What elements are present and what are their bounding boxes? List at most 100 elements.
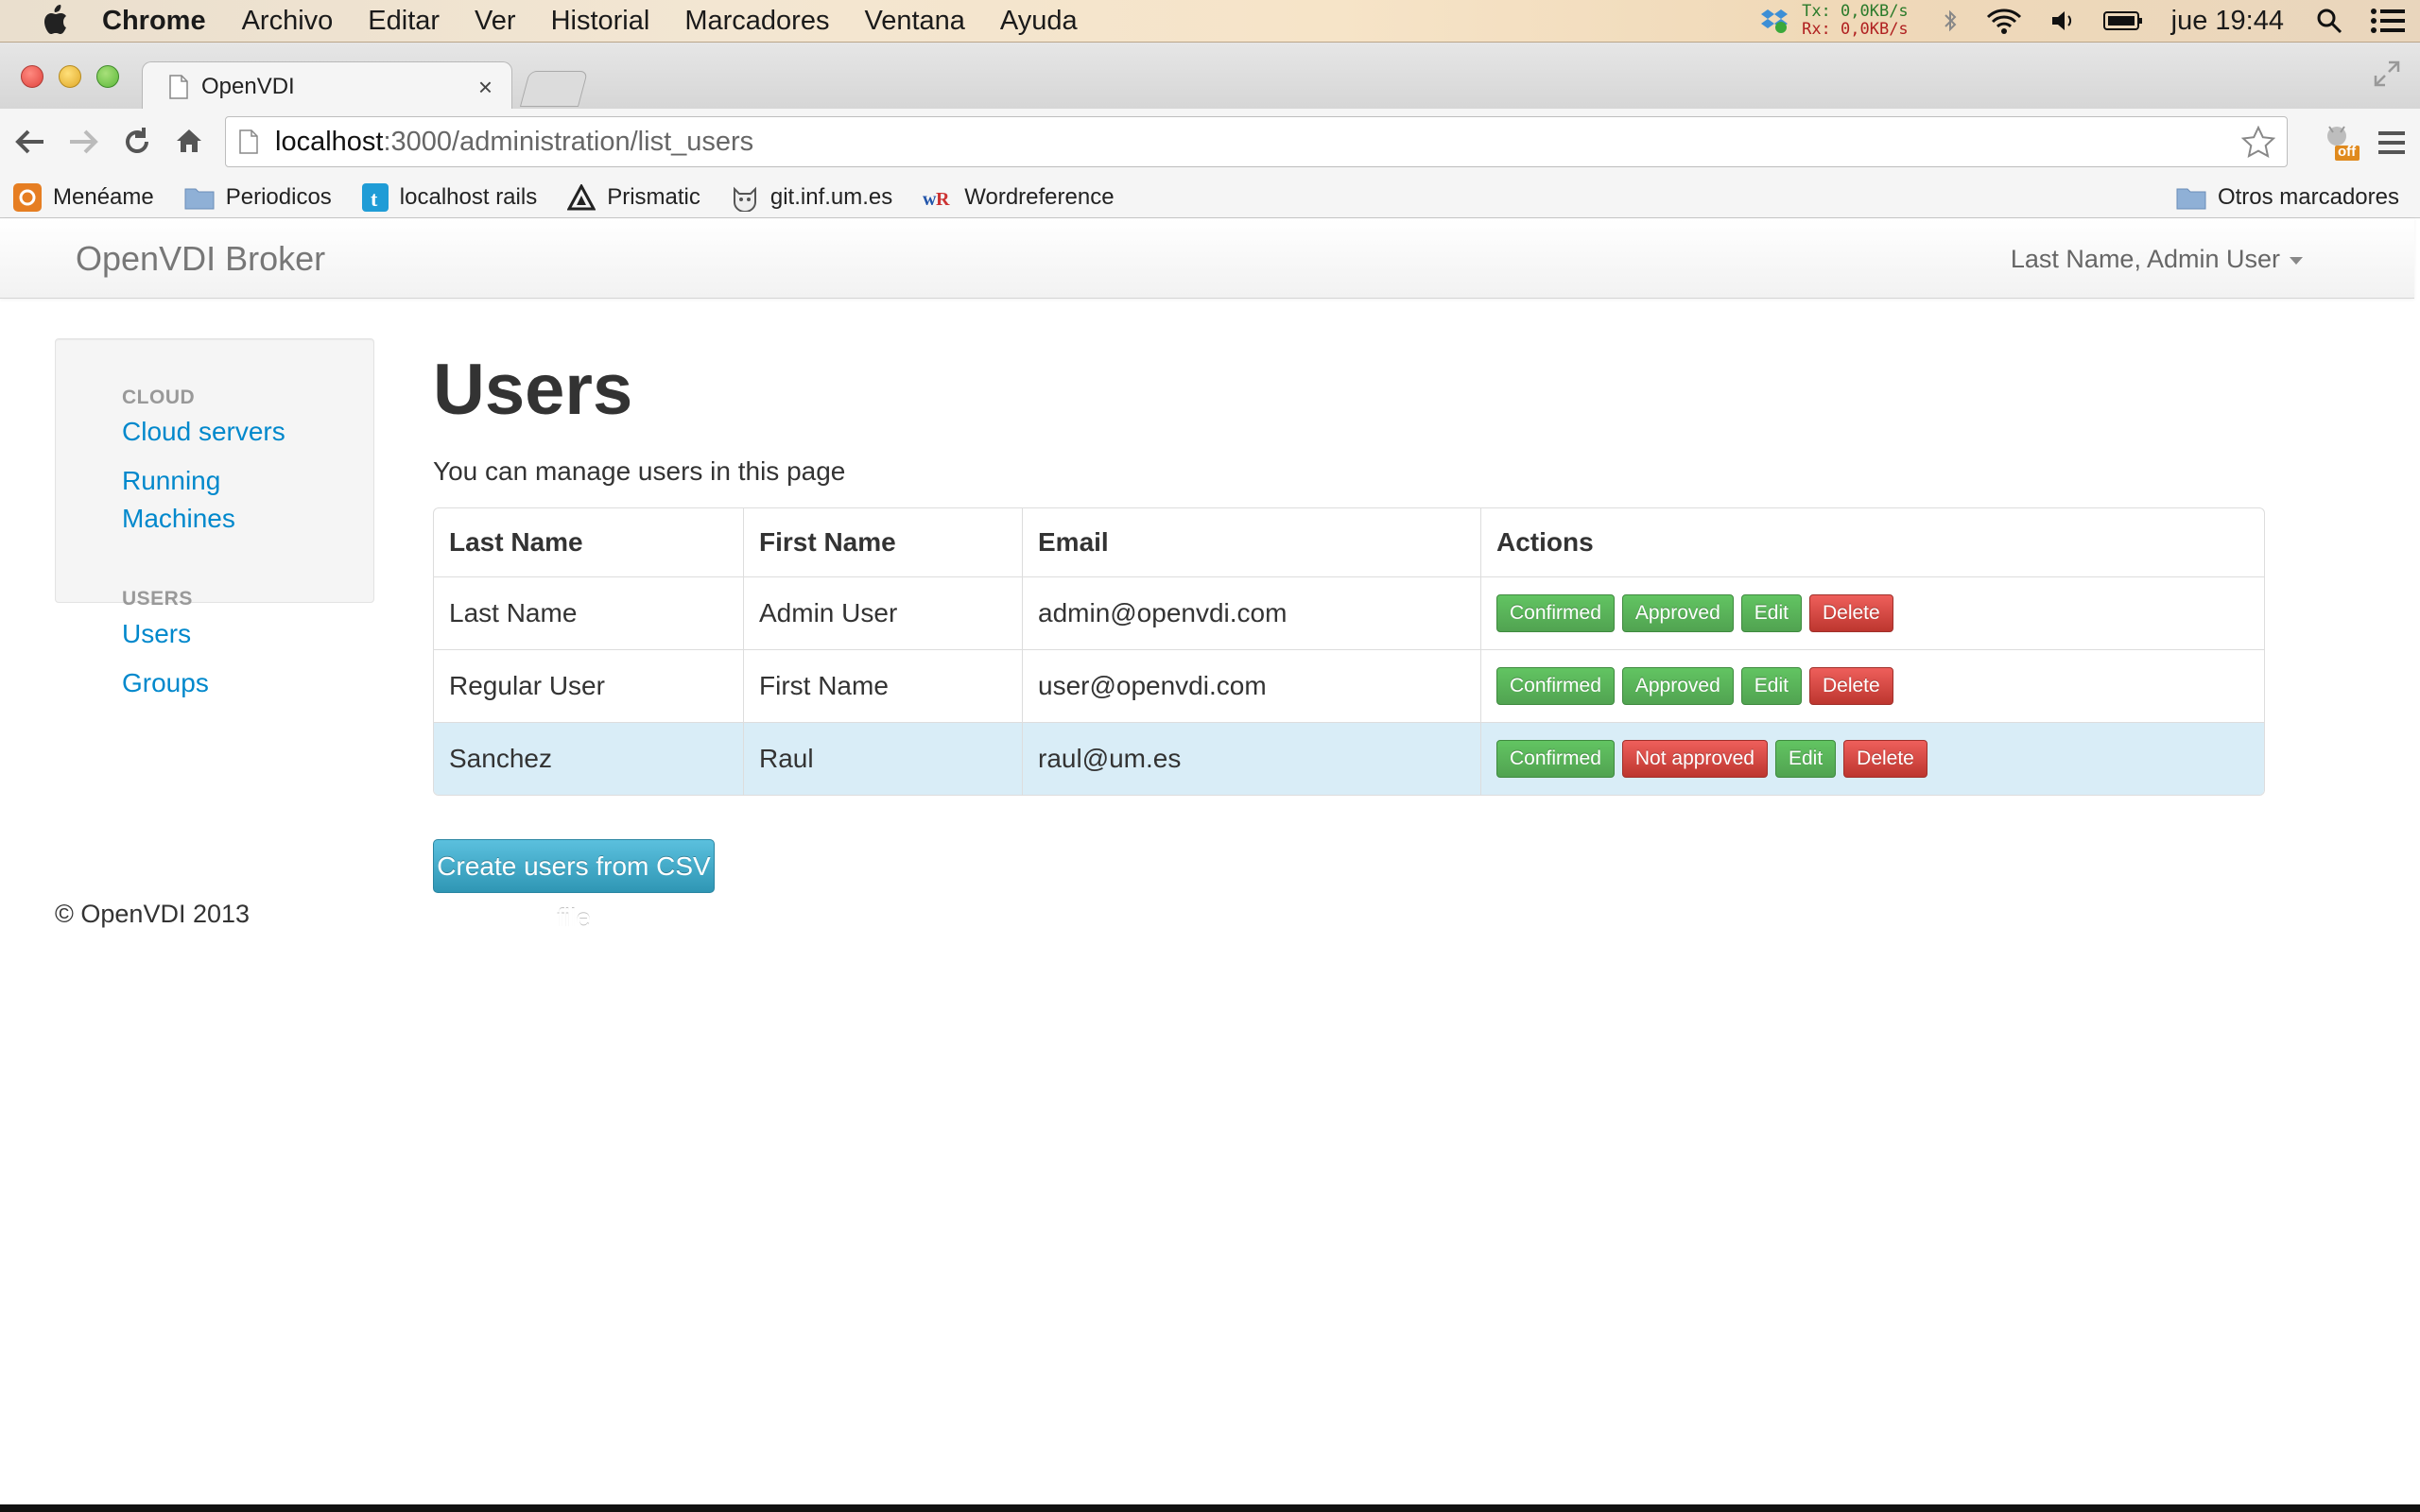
bookmark-star-icon[interactable] [2241,126,2275,158]
sidebar-link-users[interactable]: Users [122,615,191,653]
app-brand[interactable]: OpenVDI Broker [76,239,325,279]
column-header-first-name: First Name [743,508,1022,576]
bookmark-prismatic[interactable]: Prismatic [567,183,700,211]
create-users-csv-button[interactable]: Create users from CSV file [433,839,715,933]
menubar-app-name[interactable]: Chrome [102,6,206,37]
approved-button[interactable]: Approved [1621,594,1734,632]
menu-editar[interactable]: Editar [368,6,440,37]
svg-text:R: R [936,189,950,210]
bookmark-label: Menéame [53,183,154,210]
cell-actions: Confirmed Not approved Edit Delete [1480,722,2264,795]
bookmark-label: git.inf.um.es [769,183,893,210]
table-row: Regular User First Name user@openvdi.com… [434,649,2264,722]
window-minimize-button[interactable] [59,65,81,88]
extension-off-badge: off [2338,144,2357,160]
spotlight-search-icon[interactable] [2316,8,2342,34]
column-header-email: Email [1022,508,1480,576]
edit-button[interactable]: Edit [1774,740,1837,778]
delete-button[interactable]: Delete [1808,594,1893,632]
gitlab-cat-icon [731,183,759,212]
extension-icon[interactable]: off [2320,121,2361,167]
bookmarks-bar: Menéame Periodicos t localhost rails Pri… [0,177,2420,218]
edit-button[interactable]: Edit [1740,594,1802,632]
svg-text:w: w [923,189,937,210]
page-info-icon[interactable] [239,129,258,154]
table-header-row: Last Name First Name Email Actions [434,508,2264,576]
fullscreen-icon[interactable] [2373,60,2401,93]
table-row: Last Name Admin User admin@openvdi.com C… [434,576,2264,649]
apple-logo-icon[interactable] [36,2,74,40]
tab-title: OpenVDI [201,74,295,99]
tab-close-icon[interactable]: × [478,73,493,102]
nav-header-cloud: CLOUD [122,387,196,408]
bookmark-git-inf-um[interactable]: git.inf.um.es [731,183,892,212]
cell-first-name: Admin User [743,576,1022,649]
page-footer: © OpenVDI 2013 [55,900,251,928]
reload-icon[interactable] [121,126,153,158]
menu-marcadores[interactable]: Marcadores [684,6,829,37]
cell-email: raul@um.es [1022,722,1480,795]
bookmark-otros-marcadores[interactable]: Otros marcadores [2176,184,2399,211]
menubar-clock[interactable]: jue 19:44 [2171,6,2284,37]
confirmed-button[interactable]: Confirmed [1496,667,1615,705]
menu-historial[interactable]: Historial [551,6,650,37]
tumblr-icon: t [361,182,389,212]
cell-first-name: Raul [743,722,1022,795]
menu-ventana[interactable]: Ventana [864,6,964,37]
confirmed-button[interactable]: Confirmed [1496,740,1615,778]
sidebar-link-groups[interactable]: Groups [122,664,209,702]
confirmed-button[interactable]: Confirmed [1496,594,1615,632]
network-stats: Tx: 0,0KB/s Rx: 0,0KB/s [1802,3,1909,39]
window-zoom-button[interactable] [96,65,119,88]
sidebar-link-cloud-servers[interactable]: Cloud servers [122,413,285,451]
approved-button[interactable]: Approved [1621,667,1734,705]
page-title: Users [433,350,633,430]
menu-ver[interactable]: Ver [475,6,516,37]
prismatic-icon [567,183,596,211]
app-navbar: OpenVDI Broker Last Name, Admin User [0,218,2414,299]
back-arrow-icon[interactable] [13,126,47,158]
bluetooth-icon[interactable] [1943,8,1958,34]
bookmark-localhost-rails[interactable]: t localhost rails [361,182,537,212]
page-viewport: OpenVDI Broker Last Name, Admin User CLO… [0,218,2420,1512]
delete-button[interactable]: Delete [1808,667,1893,705]
cell-last-name: Last Name [434,576,743,649]
edit-button[interactable]: Edit [1740,667,1802,705]
cell-last-name: Regular User [434,649,743,722]
sidebar-link-running-machines[interactable]: Running Machines [122,462,292,538]
window-close-button[interactable] [21,65,43,88]
bookmark-meneame[interactable]: Menéame [13,182,154,212]
nav-header-users: USERS [122,588,193,610]
bookmark-label: Otros marcadores [2217,183,2399,210]
bookmark-periodicos[interactable]: Periodicos [184,184,332,211]
new-tab-button[interactable] [519,71,589,107]
delete-button[interactable]: Delete [1843,740,1927,778]
url-path: :3000/administration/list_users [383,126,754,157]
home-icon[interactable] [174,126,204,156]
not-approved-button[interactable]: Not approved [1621,740,1768,778]
chrome-menu-icon[interactable] [2377,129,2407,161]
dropbox-icon[interactable] [1760,8,1789,34]
bookmark-label: Wordreference [964,183,1115,210]
bookmark-wordreference[interactable]: wR Wordreference [923,184,1114,211]
cell-actions: Confirmed Approved Edit Delete [1480,576,2264,649]
browser-tabstrip: OpenVDI × [0,43,2420,112]
macos-menubar: Chrome Archivo Editar Ver Historial Marc… [0,0,2420,43]
menu-archivo[interactable]: Archivo [242,6,334,37]
caret-down-icon [2290,256,2303,265]
url-host: localhost [275,126,384,157]
wifi-icon[interactable] [1986,8,2022,34]
user-dropdown[interactable]: Last Name, Admin User [2011,245,2303,274]
battery-icon[interactable] [2102,9,2143,32]
browser-tab-active[interactable]: OpenVDI × [142,61,512,112]
notification-center-icon[interactable] [2371,8,2405,34]
svg-text:t: t [371,187,378,211]
net-tx: Tx: 0,0KB/s [1802,2,1909,21]
column-header-last-name: Last Name [449,527,583,557]
volume-icon[interactable] [2050,9,2075,32]
address-bar[interactable]: localhost :3000/administration/list_user… [225,116,2288,167]
forward-arrow-icon[interactable] [66,126,100,158]
browser-toolbar: localhost :3000/administration/list_user… [0,109,2420,178]
users-table: Last Name First Name Email Actions Last … [433,507,2265,796]
menu-ayuda[interactable]: Ayuda [1000,6,1078,37]
